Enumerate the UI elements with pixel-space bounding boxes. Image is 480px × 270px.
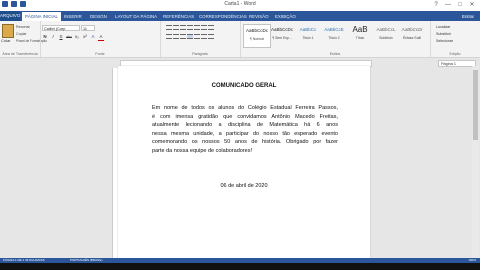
align-left-icon[interactable] xyxy=(166,34,172,39)
body-line: Em nome de todos os alunos do Colégio Es… xyxy=(152,105,338,111)
style-name: Título 2 xyxy=(328,36,340,40)
style-normal[interactable]: AaBbCcDc ¶ Normal xyxy=(243,24,271,48)
page-search-box[interactable]: Página 1 xyxy=(438,60,476,67)
select-button[interactable]: Selecionar xyxy=(436,39,453,43)
clipboard-group: Colar Recortar Copiar Pincel de Formataç… xyxy=(0,21,47,57)
increase-indent-icon[interactable] xyxy=(194,25,200,30)
list-buttons xyxy=(166,25,214,30)
style-sample: AaBbCc xyxy=(299,27,317,32)
show-marks-icon[interactable] xyxy=(208,25,214,30)
borders-icon[interactable] xyxy=(208,34,214,39)
font-format-buttons: N I S abc x₂ x² A A xyxy=(42,34,104,41)
tab-page-layout[interactable]: LAYOUT DA PÁGINA xyxy=(115,12,157,21)
tab-references[interactable]: REFERÊNCIAS xyxy=(163,12,194,21)
window-title: Carta1 - Word xyxy=(224,1,256,7)
tab-insert[interactable]: INSERIR xyxy=(64,12,82,21)
underline-button[interactable]: S xyxy=(58,34,64,40)
bullets-icon[interactable] xyxy=(166,25,172,30)
body-line: nessa mesma unidade, a participar do nos… xyxy=(152,130,338,137)
strikethrough-button[interactable]: abc xyxy=(66,34,72,40)
tab-review[interactable]: REVISÃO xyxy=(249,12,269,21)
maximize-button[interactable]: □ xyxy=(454,0,466,11)
font-size-select[interactable]: 11 xyxy=(81,25,95,31)
navigation-search: Página 1 xyxy=(430,60,476,70)
bold-button[interactable]: N xyxy=(42,34,48,40)
style-sample: AaBbCcDc xyxy=(270,27,293,32)
replace-button[interactable]: Substituir xyxy=(436,32,451,36)
clipboard-group-label: Área de Transferência xyxy=(2,52,38,56)
numbering-icon[interactable] xyxy=(173,25,179,30)
body-line: é com imensa gratidão que convidamos Ant… xyxy=(152,113,338,120)
justify-icon[interactable] xyxy=(187,34,193,39)
style-sample: AaB xyxy=(352,25,368,34)
style-sample: AaBbCcE xyxy=(324,27,344,32)
align-center-icon[interactable] xyxy=(173,34,179,39)
multilevel-icon[interactable] xyxy=(180,25,186,30)
body-line: comemorando os nossos 50 anos de históri… xyxy=(152,139,338,146)
tab-mailings[interactable]: CORRESPONDÊNCIAS xyxy=(199,12,247,21)
style-sample: AaBbCcDc xyxy=(245,28,268,33)
vertical-scrollbar[interactable] xyxy=(472,66,479,260)
text-effects-button[interactable]: A xyxy=(90,34,96,40)
body-line: parte da nossa equipe de colaboradores! xyxy=(152,147,252,154)
styles-group: AaBbCcDc ¶ Normal AaBbCcDc ¶ Sem Esp... … xyxy=(240,21,431,57)
style-no-spacing[interactable]: AaBbCcDc ¶ Sem Esp... xyxy=(269,24,295,46)
font-color-button[interactable]: A xyxy=(98,34,104,41)
style-name: Subtítulo xyxy=(379,36,393,40)
italic-button[interactable]: I xyxy=(50,34,56,40)
ribbon-tabs: ARQUIVO PÁGINA INICIAL INSERIR DESIGN LA… xyxy=(0,11,480,21)
style-heading-2[interactable]: AaBbCcE Título 2 xyxy=(321,24,347,46)
document-title: COMUNICADO GERAL xyxy=(211,83,277,89)
document-page[interactable]: COMUNICADO GERAL Em nome de todos os alu… xyxy=(118,66,370,260)
style-sample: AaBbCcDi xyxy=(401,27,423,32)
tab-design[interactable]: DESIGN xyxy=(90,12,107,21)
font-name-select[interactable]: Calibri (Corp xyxy=(42,25,80,31)
style-sample: AaBbCcL xyxy=(376,27,396,32)
taskbar xyxy=(0,263,480,270)
ribbon: Colar Recortar Copiar Pincel de Formataç… xyxy=(0,21,480,58)
tab-view[interactable]: EXIBIÇÃO xyxy=(275,12,296,21)
scrollbar-thumb[interactable] xyxy=(473,70,478,140)
align-right-icon[interactable] xyxy=(180,34,186,39)
document-date: 06 de abril de 2020 xyxy=(220,183,268,189)
help-button[interactable]: ? xyxy=(430,0,442,11)
styles-group-label: Estilos xyxy=(329,52,341,56)
decrease-indent-icon[interactable] xyxy=(187,25,193,30)
style-heading-1[interactable]: AaBbCc Título 1 xyxy=(295,24,321,46)
paragraph-group-label: Parágrafo xyxy=(192,52,208,56)
style-name: Ênfase Sutil xyxy=(402,36,422,40)
window-controls: ? — □ ✕ xyxy=(430,0,478,11)
tab-file[interactable]: ARQUIVO xyxy=(0,11,20,21)
close-button[interactable]: ✕ xyxy=(466,0,478,11)
style-subtitle[interactable]: AaBbCcL Subtítulo xyxy=(373,24,399,46)
shading-icon[interactable] xyxy=(201,34,207,39)
style-name: Título xyxy=(355,36,365,40)
superscript-button[interactable]: x² xyxy=(82,34,88,40)
sign-in-link[interactable]: Entrar xyxy=(462,12,474,21)
paste-label[interactable]: Colar xyxy=(1,38,11,43)
style-name: ¶ Sem Esp... xyxy=(272,36,292,40)
document-body[interactable]: Em nome de todos os alunos do Colégio Es… xyxy=(152,104,338,156)
line-spacing-icon[interactable] xyxy=(194,34,200,39)
style-name: Título 1 xyxy=(302,36,314,40)
title-bar: Carta1 - Word ? — □ ✕ xyxy=(0,0,480,11)
editing-group: Localizar Substituir Selecionar Edição xyxy=(430,21,480,57)
minimize-button[interactable]: — xyxy=(442,0,454,11)
tab-home[interactable]: PÁGINA INICIAL xyxy=(22,12,61,21)
paste-icon[interactable] xyxy=(2,24,14,38)
editing-group-label: Edição xyxy=(449,52,461,56)
cut-button[interactable]: Recortar xyxy=(16,25,30,29)
subscript-button[interactable]: x₂ xyxy=(74,34,80,40)
style-name: ¶ Normal xyxy=(250,37,264,41)
alignment-buttons xyxy=(166,34,214,39)
find-button[interactable]: Localizar xyxy=(436,25,450,29)
copy-button[interactable]: Copiar xyxy=(16,32,27,36)
font-group-label: Fonte xyxy=(95,52,105,56)
sort-icon[interactable] xyxy=(201,25,207,30)
style-title[interactable]: AaB Título xyxy=(347,24,373,46)
paragraph-group: Parágrafo xyxy=(160,21,241,57)
body-line: atualmente lecionando a disciplina de Ma… xyxy=(152,122,338,129)
style-subtle-emphasis[interactable]: AaBbCcDi Ênfase Sutil xyxy=(399,24,425,46)
